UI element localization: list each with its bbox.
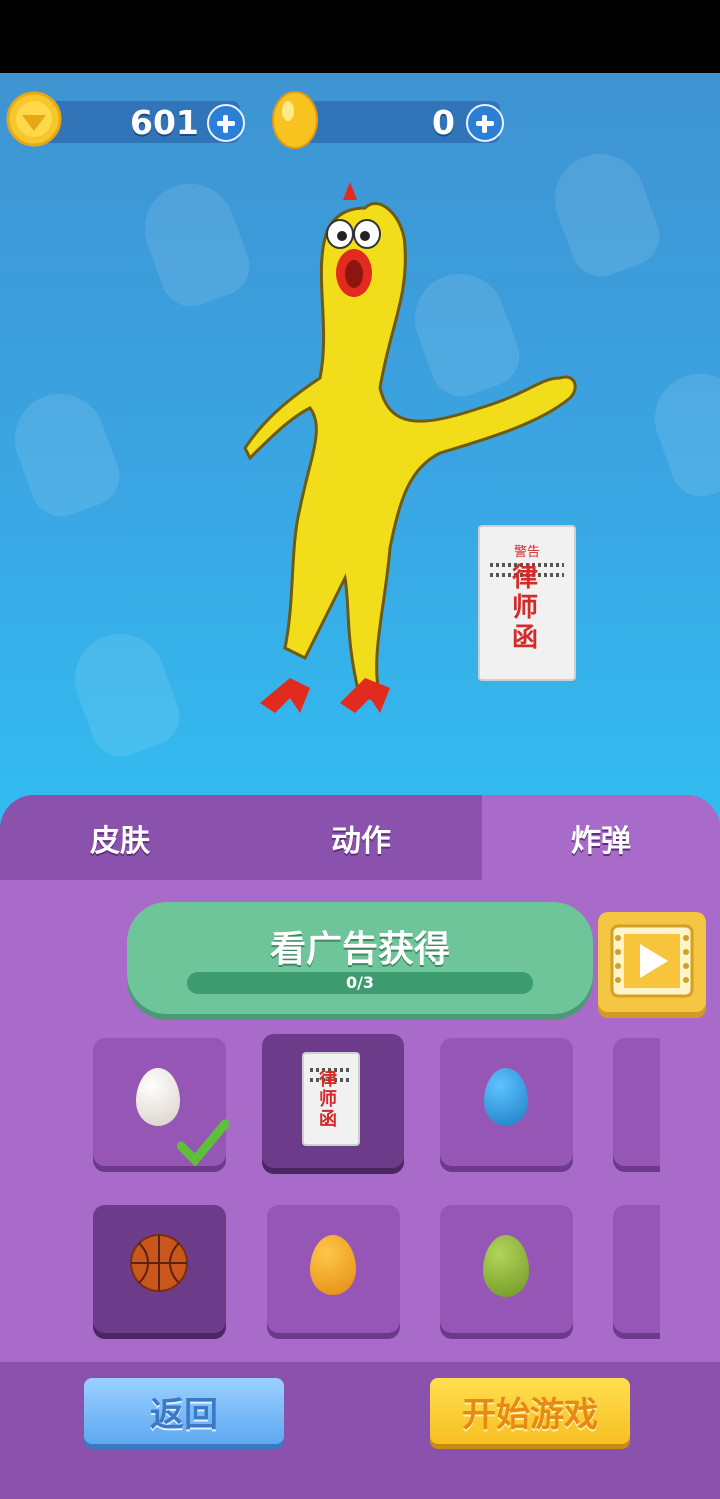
item-partial-next[interactable] [613,1205,660,1333]
item-green-egg[interactable] [440,1205,573,1333]
tab-actions[interactable]: 动作 [240,795,482,880]
ad-progress-text: 0/3 [345,973,375,992]
watch-ad-button[interactable]: 看广告获得 0/3 [127,902,593,1014]
back-button[interactable]: 返回 [84,1378,284,1444]
coin-icon [6,91,62,147]
orange-egg-icon [310,1235,356,1295]
item-blue-egg[interactable] [440,1038,573,1166]
tab-bombs[interactable]: 炸弹 [482,795,720,880]
lawyer-letter-title: 律 师 函 [512,563,539,653]
tab-bar: 皮肤 动作 炸弹 [0,795,720,880]
blue-egg-icon [484,1068,528,1126]
lawyer-letter-icon: 律 师 函 [302,1052,360,1146]
lawyer-letter-preview: 警告 律 师 函 [478,525,576,681]
background-pattern [2,381,128,525]
start-game-button[interactable]: 开始游戏 [430,1378,630,1444]
item-lawyer-letter[interactable]: 律 师 函 [262,1034,404,1168]
tab-skins[interactable]: 皮肤 [0,795,240,880]
white-egg-icon [136,1068,180,1126]
background-pattern [642,361,720,505]
lawyer-letter-icon-title: 律 师 函 [319,1069,337,1130]
status-bar [0,0,720,73]
lawyer-letter-warning: 警告 [513,545,540,560]
egg-count: 0 [432,103,455,142]
basketball-icon [130,1234,188,1292]
background-pattern [62,621,188,765]
video-ad-button[interactable] [598,912,706,1012]
golden-egg-icon [272,91,318,149]
preview-scene: 601 0 警告 律 师 函 [0,73,720,833]
play-video-icon [610,924,694,998]
item-partial-next[interactable] [613,1038,660,1166]
add-coins-button[interactable] [207,104,245,142]
item-white-egg[interactable] [93,1038,229,1166]
background-pattern [132,171,258,315]
green-egg-icon [483,1235,529,1297]
ad-progress-bar: 0/3 [187,972,533,994]
add-eggs-button[interactable] [466,104,504,142]
item-basketball[interactable] [93,1205,226,1333]
equipped-check-icon [177,1119,229,1166]
item-orange-egg[interactable] [267,1205,400,1333]
coin-count: 601 [130,103,199,142]
watch-ad-label: 看广告获得 [269,929,450,970]
